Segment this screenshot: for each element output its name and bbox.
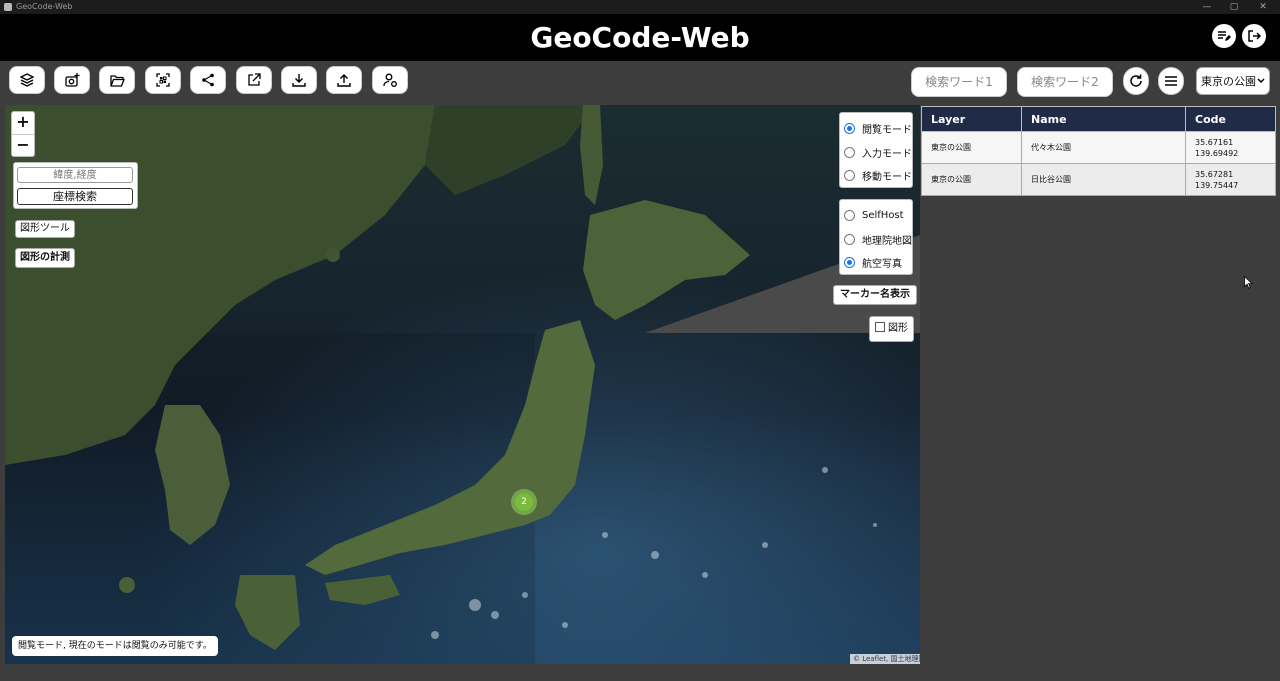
edit-list-button[interactable] bbox=[1212, 24, 1236, 48]
table-row[interactable]: 東京の公園 代々木公園 35.67161 139.69492 bbox=[921, 131, 1276, 164]
folder-open-icon bbox=[109, 74, 125, 87]
marker-cluster-count: 2 bbox=[515, 493, 533, 511]
list-menu-icon bbox=[1165, 76, 1177, 86]
cell-name: 代々木公園 bbox=[1021, 131, 1186, 164]
base-selfhost-label: SelfHost bbox=[862, 209, 904, 221]
close-icon[interactable]: ✕ bbox=[1256, 1, 1270, 13]
column-header-layer[interactable]: Layer bbox=[921, 106, 1022, 132]
minimize-icon[interactable]: — bbox=[1200, 1, 1214, 13]
app-icon bbox=[4, 3, 12, 11]
app-title: GeoCode-Web bbox=[530, 21, 750, 54]
radio-input[interactable] bbox=[844, 146, 855, 158]
maximize-icon[interactable]: ▢ bbox=[1227, 1, 1241, 13]
mode-view-option[interactable]: 閲覧モード bbox=[844, 119, 912, 137]
refresh-icon bbox=[1130, 74, 1142, 87]
cell-layer: 東京の公園 bbox=[921, 163, 1022, 196]
add-photo-button[interactable] bbox=[54, 66, 90, 94]
share-button[interactable] bbox=[190, 66, 226, 94]
shape-measure-button[interactable]: 図形の計測 bbox=[15, 248, 75, 268]
layer-select[interactable]: 東京の公園 bbox=[1196, 67, 1270, 95]
layers-button[interactable] bbox=[9, 66, 45, 94]
search-word-1-input[interactable] bbox=[911, 67, 1007, 97]
cell-name: 日比谷公園 bbox=[1021, 163, 1186, 196]
window-title: GeoCode-Web bbox=[16, 2, 73, 11]
zoom-out-button[interactable]: − bbox=[12, 135, 34, 157]
map-attribution[interactable]: © Leaflet, 国土地理院 bbox=[850, 654, 920, 664]
map-view[interactable]: + − 座標検索 図形ツール 図形の計測 閲覧モード 入力モード 移動モード S… bbox=[5, 105, 920, 664]
qr-scan-icon bbox=[156, 73, 170, 87]
user-settings-icon bbox=[382, 73, 397, 87]
aerial-map-imagery bbox=[5, 105, 920, 664]
radio-view[interactable] bbox=[844, 122, 855, 134]
marker-cluster[interactable]: 2 bbox=[511, 489, 537, 515]
cell-code-lng: 139.69492 bbox=[1195, 148, 1239, 158]
status-message: 閲覧モード, 現在のモードは閲覧のみ可能です。 bbox=[12, 636, 218, 656]
base-aerial-option[interactable]: 航空写真 bbox=[844, 253, 902, 271]
cell-code: 35.67281 139.75447 bbox=[1185, 163, 1276, 196]
upload-icon bbox=[337, 74, 351, 87]
base-selfhost-option[interactable]: SelfHost bbox=[844, 206, 904, 224]
shape-checkbox[interactable] bbox=[875, 322, 885, 332]
mode-move-option[interactable]: 移動モード bbox=[844, 166, 912, 184]
layers-icon bbox=[20, 73, 34, 87]
marker-name-button[interactable]: マーカー名表示 bbox=[833, 285, 917, 305]
column-header-code[interactable]: Code bbox=[1185, 106, 1276, 132]
cell-code: 35.67161 139.69492 bbox=[1185, 131, 1276, 164]
radio-aerial[interactable] bbox=[844, 256, 855, 268]
base-layer-selector: SelfHost 地理院地図 航空写真 bbox=[839, 199, 913, 275]
results-table: Layer Name Code 東京の公園 代々木公園 35.67161 139… bbox=[921, 106, 1276, 196]
mode-move-label: 移動モード bbox=[862, 171, 912, 183]
zoom-in-button[interactable]: + bbox=[12, 112, 34, 134]
cell-code-lat: 35.67281 bbox=[1195, 169, 1234, 179]
toolbar: 東京の公園 bbox=[0, 61, 1280, 103]
mode-input-label: 入力モード bbox=[862, 148, 912, 160]
mode-selector: 閲覧モード 入力モード 移動モード bbox=[839, 112, 913, 188]
column-header-name[interactable]: Name bbox=[1021, 106, 1186, 132]
mouse-cursor-icon bbox=[1244, 276, 1253, 289]
share-icon bbox=[202, 73, 214, 87]
shape-tool-button[interactable]: 図形ツール bbox=[15, 220, 75, 238]
mode-input-option[interactable]: 入力モード bbox=[844, 143, 912, 161]
radio-selfhost[interactable] bbox=[844, 209, 855, 221]
shape-checkbox-label: 図形 bbox=[888, 323, 908, 334]
add-photo-icon bbox=[64, 73, 79, 87]
qr-scan-button[interactable] bbox=[145, 66, 181, 94]
app-header: GeoCode-Web bbox=[0, 14, 1280, 61]
open-external-icon bbox=[248, 73, 261, 86]
cell-code-lat: 35.67161 bbox=[1195, 137, 1234, 147]
search-word-2-input[interactable] bbox=[1017, 67, 1113, 97]
coordinate-search-button[interactable]: 座標検索 bbox=[17, 188, 133, 205]
shape-toggle[interactable]: 図形 bbox=[869, 316, 914, 342]
logout-button[interactable] bbox=[1242, 24, 1266, 48]
window-title-bar: GeoCode-Web — ▢ ✕ bbox=[0, 0, 1280, 14]
open-external-button[interactable] bbox=[236, 66, 272, 94]
edit-list-icon bbox=[1218, 31, 1231, 41]
cell-code-lng: 139.75447 bbox=[1195, 180, 1239, 190]
radio-move[interactable] bbox=[844, 169, 855, 181]
upload-button[interactable] bbox=[326, 66, 362, 94]
base-aerial-label: 航空写真 bbox=[862, 258, 902, 270]
download-button[interactable] bbox=[281, 66, 317, 94]
user-settings-button[interactable] bbox=[372, 66, 408, 94]
logout-icon bbox=[1248, 30, 1261, 42]
coordinate-input[interactable] bbox=[17, 167, 133, 183]
mode-view-label: 閲覧モード bbox=[862, 124, 912, 136]
download-icon bbox=[292, 74, 306, 87]
base-gsi-option[interactable]: 地理院地図 bbox=[844, 230, 912, 248]
zoom-control: + − bbox=[11, 111, 35, 157]
table-row[interactable]: 東京の公園 日比谷公園 35.67281 139.75447 bbox=[921, 163, 1276, 196]
coordinate-search-panel: 座標検索 bbox=[13, 162, 138, 209]
folder-open-button[interactable] bbox=[99, 66, 135, 94]
list-menu-button[interactable] bbox=[1158, 67, 1184, 95]
refresh-button[interactable] bbox=[1123, 67, 1149, 95]
table-header-row: Layer Name Code bbox=[921, 106, 1276, 132]
cell-layer: 東京の公園 bbox=[921, 131, 1022, 164]
chevron-down-icon bbox=[1257, 78, 1265, 84]
layer-select-value: 東京の公園 bbox=[1201, 75, 1256, 88]
radio-gsi[interactable] bbox=[844, 233, 855, 245]
base-gsi-label: 地理院地図 bbox=[862, 235, 912, 247]
